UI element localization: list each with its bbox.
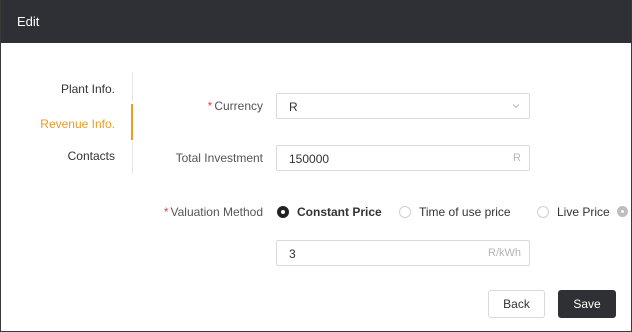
tab-plant-info[interactable]: Plant Info. [61, 82, 115, 96]
tab-contacts[interactable]: Contacts [68, 149, 115, 163]
radio-circle [399, 206, 411, 218]
save-button[interactable]: Save [558, 290, 616, 318]
dialog-header: Edit [1, 0, 631, 43]
price-input[interactable]: 3 R/kWh [276, 240, 530, 266]
radio-circle [277, 206, 289, 218]
chevron-down-icon [512, 104, 520, 109]
info-icon[interactable] [617, 206, 628, 217]
back-button[interactable]: Back [488, 290, 545, 318]
tab-divider [132, 72, 133, 102]
currency-value: R [289, 100, 298, 114]
valuation-method-label-text: Valuation Method [170, 205, 263, 219]
radio-label: Time of use price [419, 205, 511, 219]
radio-time-of-use-price[interactable]: Time of use price [399, 204, 521, 220]
price-value: 3 [289, 247, 296, 261]
edit-dialog: Edit Plant Info. Revenue Info. Contacts … [0, 0, 632, 332]
currency-label: * Currency [208, 99, 263, 113]
tab-label: Revenue Info. [40, 117, 115, 131]
tab-revenue-info[interactable]: Revenue Info. [40, 117, 115, 131]
total-investment-value: 150000 [289, 152, 330, 166]
currency-suffix: R [513, 152, 521, 164]
total-investment-label: Total Investment [176, 151, 263, 165]
dialog-title: Edit [17, 14, 40, 29]
tab-label: Contacts [67, 149, 115, 163]
active-tab-indicator [131, 104, 133, 140]
radio-constant-price[interactable]: Constant Price [277, 204, 387, 220]
radio-label: Live Price [557, 205, 610, 219]
valuation-method-label: * Valuation Method [164, 205, 263, 219]
radio-live-price[interactable]: Live Price [537, 204, 613, 220]
total-investment-label-text: Total Investment [175, 151, 263, 165]
required-mark: * [207, 99, 213, 113]
tab-divider [132, 142, 133, 174]
unit-suffix: R/kWh [488, 247, 521, 259]
required-mark: * [163, 205, 169, 219]
total-investment-input[interactable]: 150000 R [276, 145, 530, 171]
currency-label-text: Currency [214, 99, 263, 113]
radio-label: Constant Price [297, 205, 382, 219]
currency-select[interactable]: R [276, 93, 530, 119]
radio-circle [537, 206, 549, 218]
tab-label: Plant Info. [60, 82, 115, 96]
